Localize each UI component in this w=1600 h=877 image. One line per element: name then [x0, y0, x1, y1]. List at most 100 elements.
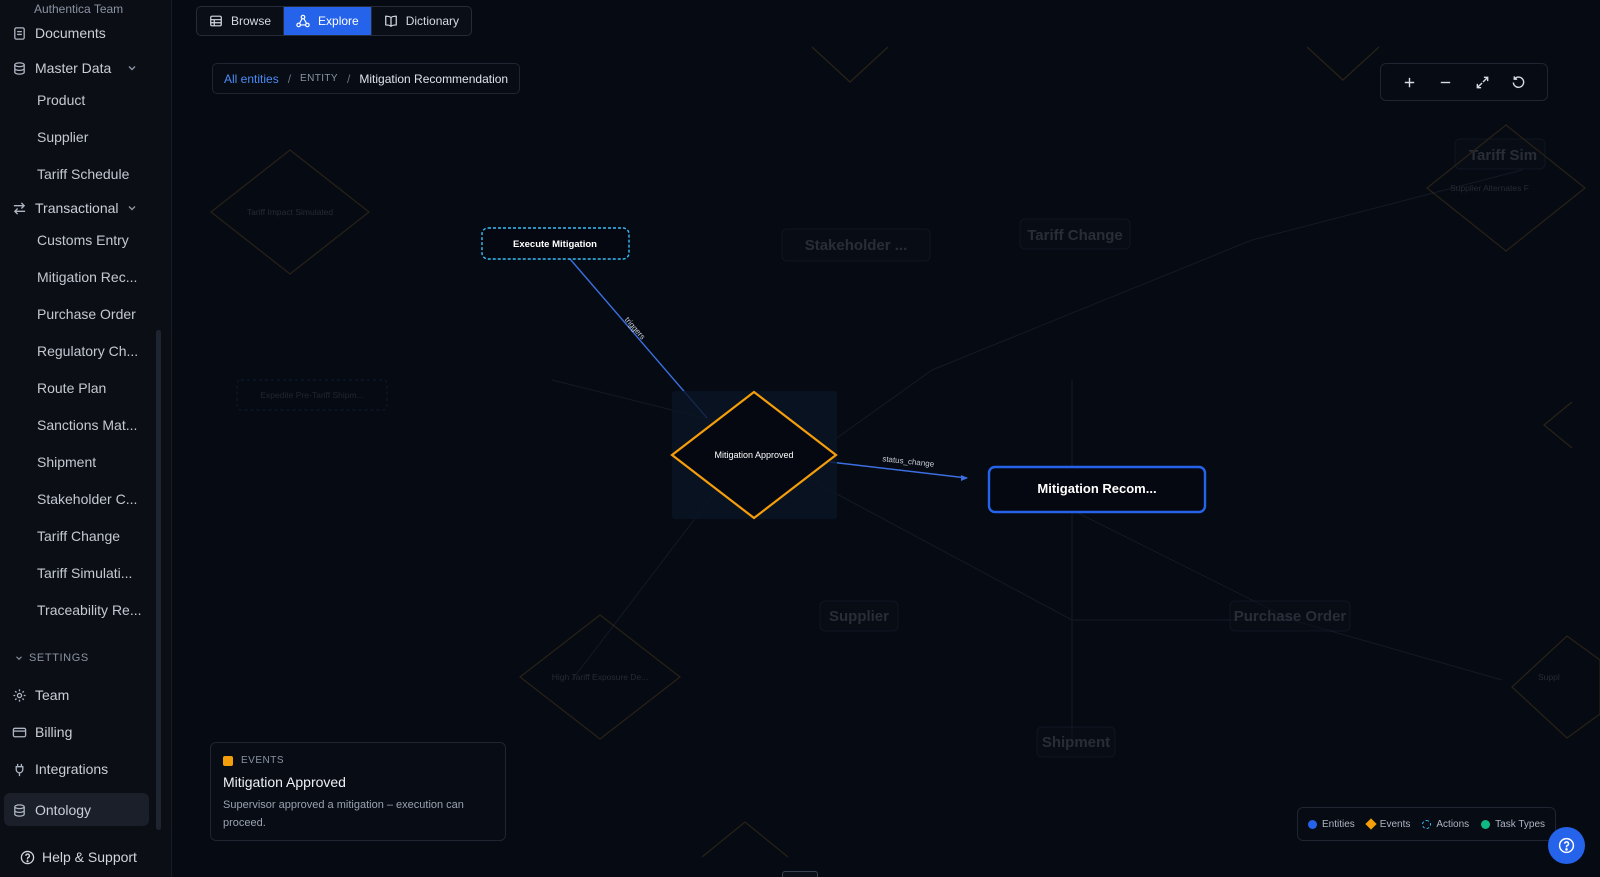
gear-icon [11, 687, 27, 703]
chevron-down-icon[interactable] [126, 62, 138, 74]
faded-event-edge-bottom [701, 821, 789, 858]
legend-actions: Actions [1422, 819, 1469, 830]
document-icon [11, 25, 27, 41]
legend-entities-label: Entities [1322, 818, 1355, 830]
dictionary-label: Dictionary [405, 14, 460, 28]
breadcrumb-separator: / [347, 71, 351, 86]
faded-label-shipment: Shipment [1042, 734, 1110, 751]
bottom-handle[interactable] [782, 871, 818, 877]
settings-section-toggle[interactable]: SETTINGS [14, 652, 89, 664]
legend-entities: Entities [1308, 819, 1355, 830]
nav-transactional[interactable]: Transactional [0, 193, 160, 223]
nav-billing-label: Billing [35, 724, 73, 740]
faded-label-suppl: Suppl [1538, 672, 1560, 682]
browse-label: Browse [231, 14, 272, 28]
faded-label-tariff-sim: Tariff Sim [1469, 147, 1537, 164]
sidebar-item-shipment[interactable]: Shipment [37, 454, 96, 470]
sidebar: Authentica Team Documents Master Data Pr… [0, 0, 172, 877]
faded-label-tariff-impact: Tariff Impact Simulated [247, 207, 334, 217]
nav-billing[interactable]: Billing [0, 717, 160, 747]
legend-task-types: Task Types [1481, 819, 1545, 830]
legend-events-label: Events [1379, 818, 1411, 830]
sidebar-item-product[interactable]: Product [37, 92, 85, 108]
action-dashed-circle [1422, 819, 1432, 829]
info-tag-label: EVENTS [241, 755, 285, 766]
faded-event-edge-top1 [811, 46, 889, 83]
legend-events: Events [1365, 818, 1411, 830]
explore-button[interactable]: Explore [283, 7, 371, 35]
sidebar-item-stakeholder-c[interactable]: Stakeholder C... [37, 491, 137, 507]
help-chat-button[interactable] [1548, 827, 1585, 864]
faded-label-supplier: Supplier [829, 608, 889, 625]
nav-documents[interactable]: Documents [0, 18, 160, 48]
edge-label-triggers: triggers [623, 315, 647, 341]
nav-master-data-label: Master Data [35, 60, 112, 76]
explore-label: Explore [318, 14, 359, 28]
breadcrumb-current: Mitigation Recommendation [359, 71, 509, 86]
credit-card-icon [11, 724, 27, 740]
zoom-in-icon[interactable] [1400, 73, 1418, 91]
task-type-dot [1481, 819, 1491, 829]
nav-integrations[interactable]: Integrations [0, 754, 160, 784]
event-dot [223, 755, 233, 766]
zoom-out-icon[interactable] [1437, 73, 1455, 91]
help-circle-icon [20, 850, 35, 864]
sidebar-item-regulatory-ch[interactable]: Regulatory Ch... [37, 343, 138, 359]
sidebar-item-traceability-re[interactable]: Traceability Re... [37, 602, 142, 618]
chevron-down-icon[interactable] [126, 202, 138, 214]
selected-node-info: EVENTS Mitigation Approved Supervisor ap… [210, 742, 506, 841]
nav-integrations-label: Integrations [35, 761, 109, 777]
sidebar-item-supplier[interactable]: Supplier [37, 129, 88, 145]
faded-label-supplier-alt: Supplier Alternates F [1450, 183, 1529, 193]
sidebar-item-tariff-change[interactable]: Tariff Change [37, 528, 120, 544]
nav-ontology-label: Ontology [35, 802, 92, 818]
graph-canvas[interactable]: Tariff Impact Simulated Expedite Pre-Tar… [172, 0, 1600, 877]
sidebar-item-tariff-simulati[interactable]: Tariff Simulati... [37, 565, 132, 581]
fit-view-icon[interactable] [1473, 73, 1491, 91]
breadcrumb-all-entities[interactable]: All entities [224, 72, 279, 86]
breadcrumb-separator: / [287, 71, 292, 86]
info-type: EVENTS [223, 755, 493, 766]
sidebar-scrollbar[interactable] [156, 330, 161, 830]
event-diamond [1365, 818, 1377, 830]
breadcrumb-type: ENTITY [300, 73, 339, 84]
zoom-controls [1380, 63, 1548, 101]
faded-label-stakeholder: Stakeholder ... [805, 237, 908, 254]
view-toolbar: Browse Explore Dictionary [196, 6, 473, 36]
chevron-down-icon [16, 656, 22, 661]
database-icon [11, 60, 27, 76]
sidebar-item-mitigation-rec[interactable]: Mitigation Rec... [37, 269, 137, 285]
sidebar-item-customs-entry[interactable]: Customs Entry [37, 232, 129, 248]
nav-ontology[interactable]: Ontology [0, 795, 160, 825]
nav-team[interactable]: Team [0, 680, 160, 710]
sidebar-item-purchase-order[interactable]: Purchase Order [37, 306, 136, 322]
help-support-link[interactable]: Help & Support [20, 849, 137, 865]
network-icon [296, 14, 310, 28]
faded-label-high-tariff: High Tariff Exposure De... [552, 672, 649, 682]
browse-button[interactable]: Browse [197, 7, 283, 35]
nav-master-data[interactable]: Master Data [0, 53, 160, 83]
faded-event-edge-top2 [1306, 46, 1380, 81]
entity-dot [1308, 819, 1317, 829]
breadcrumb: All entities / ENTITY / Mitigation Recom… [212, 63, 521, 94]
swap-arrows-icon [11, 200, 27, 216]
edge-arrowhead [961, 475, 968, 481]
sidebar-item-tariff-schedule[interactable]: Tariff Schedule [37, 166, 129, 182]
sidebar-item-route-plan[interactable]: Route Plan [37, 380, 106, 396]
sidebar-item-sanctions-mat[interactable]: Sanctions Mat... [37, 417, 137, 433]
legend-task-types-label: Task Types [1495, 818, 1546, 830]
settings-section-label: SETTINGS [29, 652, 89, 664]
info-title: Mitigation Approved [223, 774, 346, 790]
info-description: Supervisor approved a mitigation – execu… [223, 799, 464, 829]
node-label-mitigation-approved: Mitigation Approved [714, 450, 793, 460]
nav-transactional-label: Transactional [35, 200, 119, 216]
dictionary-button[interactable]: Dictionary [370, 7, 471, 35]
faded-event-suppl[interactable] [1511, 635, 1600, 739]
faded-event-edge-right [1543, 401, 1573, 449]
legend-actions-label: Actions [1436, 818, 1470, 830]
help-chat-icon [1558, 837, 1575, 854]
reset-icon[interactable] [1510, 73, 1528, 91]
edge-label-status-change: status_change [882, 454, 935, 468]
node-label-execute-mitigation: Execute Mitigation [513, 239, 597, 250]
faded-nodes: Tariff Impact Simulated Expedite Pre-Tar… [210, 46, 1600, 858]
